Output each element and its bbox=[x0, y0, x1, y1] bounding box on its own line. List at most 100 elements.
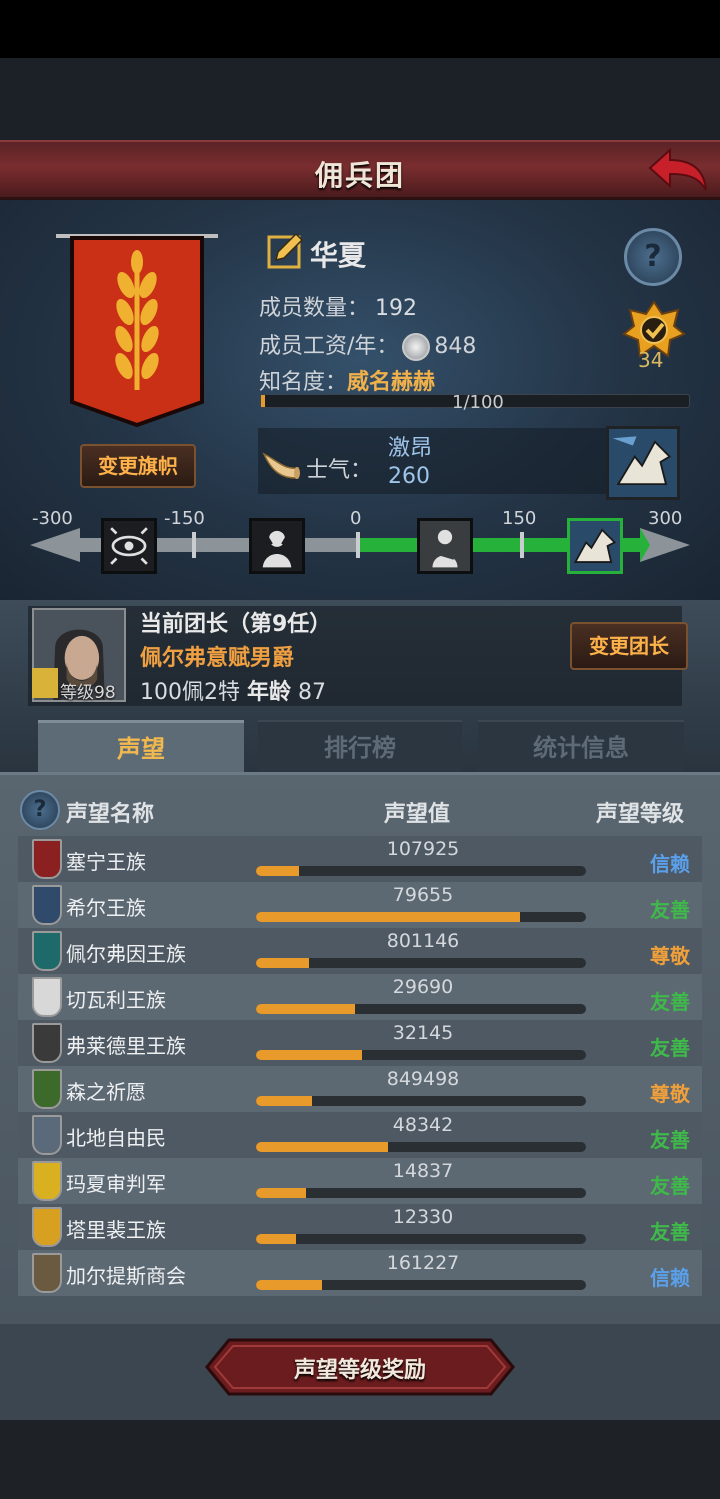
leader-stats-prefix: 100佩2特 bbox=[140, 680, 240, 705]
morale-excited-icon[interactable] bbox=[567, 518, 623, 574]
leader-title: 当前团长（第9任） bbox=[140, 612, 332, 637]
reputation-progress-fill bbox=[256, 1280, 322, 1290]
silver-coin-icon bbox=[402, 333, 431, 361]
morale-panic-icon[interactable] bbox=[101, 518, 157, 574]
leader-level: 等级98 bbox=[60, 683, 116, 703]
morale-fear-icon[interactable] bbox=[249, 518, 305, 574]
morale-state: 激昂 bbox=[388, 436, 433, 461]
reputation-reward-label: 声望等级奖励 bbox=[293, 1358, 426, 1383]
reputation-row[interactable]: 森之祈愿 849498 尊敬 bbox=[18, 1066, 702, 1112]
faction-crest-icon bbox=[32, 1115, 62, 1155]
horn-icon bbox=[262, 452, 300, 479]
reputation-row[interactable]: 佩尔弗因王族 801146 尊敬 bbox=[18, 928, 702, 974]
banner-flag-icon bbox=[56, 234, 218, 428]
help-icon[interactable]: ? bbox=[624, 228, 682, 286]
reputation-progress-bar bbox=[256, 1280, 586, 1290]
faction-name: 森之祈愿 bbox=[66, 1080, 146, 1104]
reputation-progress-bar bbox=[256, 1096, 586, 1106]
rank-badge-value: 34 bbox=[638, 348, 664, 372]
reputation-row[interactable]: 加尔提斯商会 161227 信赖 bbox=[18, 1250, 702, 1296]
faction-crest-icon bbox=[32, 885, 62, 925]
scale-tick-min: -300 bbox=[32, 508, 73, 529]
reputation-row[interactable]: 塔里裴王族 12330 友善 bbox=[18, 1204, 702, 1250]
reputation-progress-fill bbox=[256, 866, 299, 876]
reputation-row[interactable]: 弗莱德里王族 32145 友善 bbox=[18, 1020, 702, 1066]
reputation-level: 尊敬 bbox=[650, 944, 690, 968]
reputation-value: 29690 bbox=[392, 976, 454, 998]
reputation-progress-fill bbox=[256, 1096, 313, 1106]
fame-label: 知名度： bbox=[259, 370, 348, 395]
reputation-progress-bar bbox=[256, 866, 586, 876]
morale-state-image[interactable] bbox=[606, 426, 680, 500]
fame-progress-text: 1/100 bbox=[452, 392, 504, 413]
reputation-level: 友善 bbox=[650, 898, 690, 922]
reputation-row[interactable]: 塞宁王族 107925 信赖 bbox=[18, 836, 702, 882]
reputation-value: 79655 bbox=[392, 884, 454, 906]
reputation-row[interactable]: 北地自由民 48342 友善 bbox=[18, 1112, 702, 1158]
leader-age-value: 87 bbox=[298, 680, 327, 705]
members-stat: 成员数量： 192 bbox=[259, 290, 417, 322]
reputation-value: 849498 bbox=[386, 1068, 460, 1090]
footer-bar bbox=[0, 1420, 720, 1499]
faction-crest-icon bbox=[32, 839, 62, 879]
reputation-level: 友善 bbox=[650, 1036, 690, 1060]
mercenary-name: 华夏 bbox=[310, 239, 367, 272]
faction-crest-icon bbox=[32, 1069, 62, 1109]
reputation-progress-fill bbox=[256, 912, 520, 922]
reputation-value: 32145 bbox=[392, 1022, 454, 1044]
faction-name: 塞宁王族 bbox=[66, 850, 146, 874]
leader-age-label: 年龄 bbox=[247, 680, 292, 705]
fame-value: 威名赫赫 bbox=[347, 370, 436, 395]
back-arrow-icon[interactable] bbox=[646, 146, 708, 196]
members-value: 192 bbox=[375, 296, 418, 321]
faction-crest-icon bbox=[32, 1253, 62, 1293]
reputation-row[interactable]: 切瓦利王族 29690 友善 bbox=[18, 974, 702, 1020]
reputation-progress-fill bbox=[256, 1234, 296, 1244]
reputation-help-icon[interactable]: ? bbox=[20, 790, 60, 830]
reputation-progress-bar bbox=[256, 912, 586, 922]
edit-name-icon[interactable] bbox=[266, 232, 304, 270]
salary-value: 848 bbox=[434, 334, 477, 359]
reputation-level: 尊敬 bbox=[650, 1082, 690, 1106]
tab-ranking[interactable]: 排行榜 bbox=[258, 720, 462, 772]
reputation-level: 信赖 bbox=[650, 852, 690, 876]
reputation-row[interactable]: 希尔王族 79655 友善 bbox=[18, 882, 702, 928]
reputation-progress-bar bbox=[256, 1142, 586, 1152]
leader-name: 佩尔弗意赋男爵 bbox=[140, 646, 295, 671]
morale-value: 260 bbox=[388, 464, 430, 489]
reputation-progress-fill bbox=[256, 1142, 388, 1152]
scale-tick-neg: -150 bbox=[164, 508, 205, 529]
reputation-progress-fill bbox=[256, 958, 309, 968]
reputation-value: 801146 bbox=[386, 930, 460, 952]
reputation-value: 48342 bbox=[392, 1114, 454, 1136]
class-badge-icon bbox=[32, 668, 58, 698]
morale-label: 士气： bbox=[306, 458, 373, 483]
faction-name: 加尔提斯商会 bbox=[66, 1264, 186, 1288]
reputation-level: 友善 bbox=[650, 990, 690, 1014]
reputation-value: 107925 bbox=[386, 838, 460, 860]
reputation-progress-fill bbox=[256, 1004, 355, 1014]
reputation-row[interactable]: 玛夏审判军 14837 友善 bbox=[18, 1158, 702, 1204]
reputation-level: 友善 bbox=[650, 1220, 690, 1244]
salary-stat: 成员工资/年： 848 bbox=[259, 328, 476, 361]
faction-name: 玛夏审判军 bbox=[66, 1172, 166, 1196]
reputation-progress-bar bbox=[256, 1004, 586, 1014]
tab-reputation[interactable]: 声望 bbox=[38, 720, 244, 778]
reputation-progress-bar bbox=[256, 1188, 586, 1198]
reputation-progress-fill bbox=[256, 1050, 362, 1060]
faction-crest-icon bbox=[32, 931, 62, 971]
change-flag-button[interactable]: 变更旗帜 bbox=[80, 444, 196, 488]
change-leader-button[interactable]: 变更团长 bbox=[570, 622, 688, 670]
reputation-level: 信赖 bbox=[650, 1266, 690, 1290]
faction-name: 弗莱德里王族 bbox=[66, 1034, 186, 1058]
scale-tick-max: 300 bbox=[648, 508, 683, 529]
column-header-name: 声望名称 bbox=[66, 802, 155, 827]
faction-name: 希尔王族 bbox=[66, 896, 146, 920]
faction-name: 北地自由民 bbox=[66, 1126, 166, 1150]
morale-calm-icon[interactable] bbox=[417, 518, 473, 574]
faction-crest-icon bbox=[32, 1023, 62, 1063]
faction-crest-icon bbox=[32, 1207, 62, 1247]
faction-name: 佩尔弗因王族 bbox=[66, 942, 186, 966]
members-label: 成员数量： bbox=[259, 296, 370, 321]
tab-statistics[interactable]: 统计信息 bbox=[478, 720, 684, 772]
